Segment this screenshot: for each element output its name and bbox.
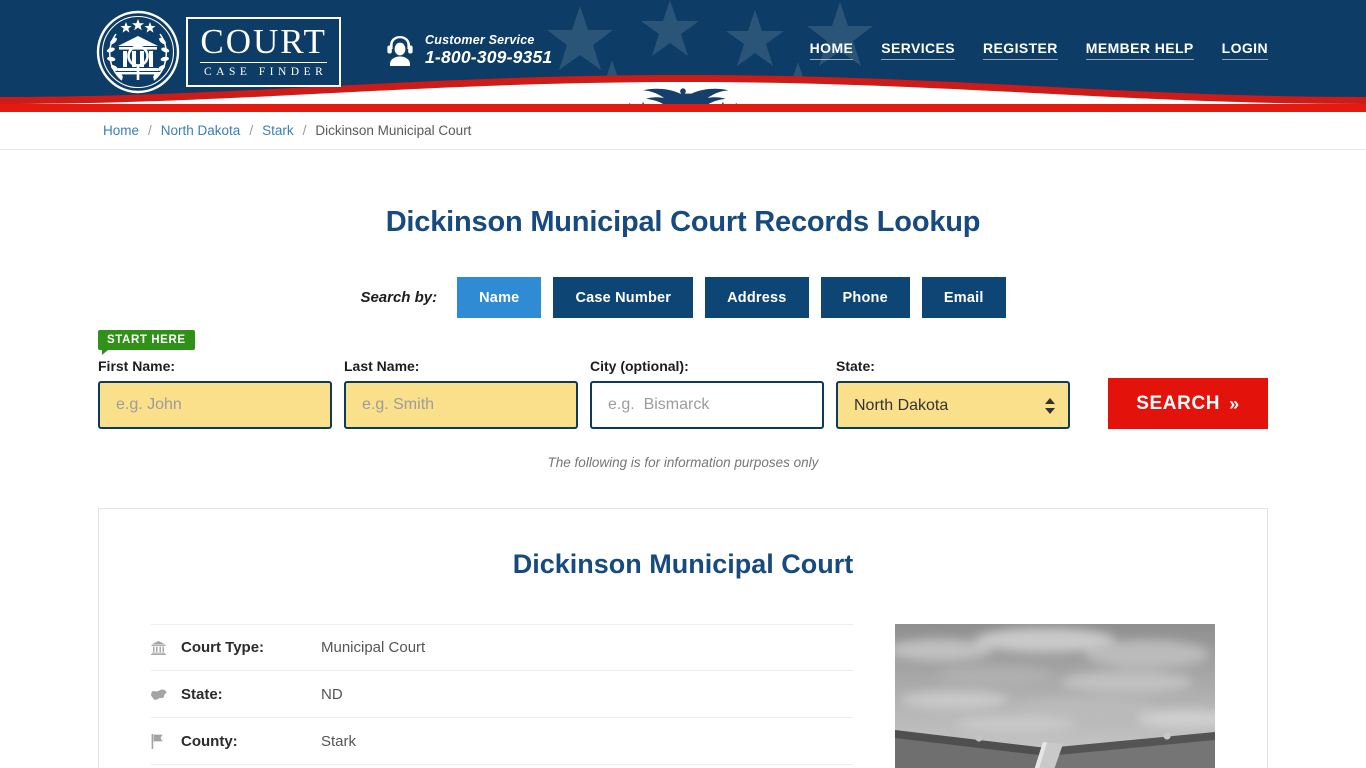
court-card-body: Court Type: Municipal Court State: ND [151,624,1215,768]
city-label: City (optional): [590,358,824,374]
search-by-label: Search by: [360,289,437,306]
breadcrumb-item-current: Dickinson Municipal Court [315,123,471,138]
table-row: County: Stark [151,718,853,765]
detail-value: ND [321,686,343,703]
start-here-badge: START HERE [98,330,195,350]
search-form-row: First Name: Last Name: City (optional): … [98,358,1268,429]
page-title: Dickinson Municipal Court Records Lookup [0,206,1366,239]
breadcrumb-item-home[interactable]: Home [103,123,139,138]
courthouse-photo [895,624,1215,768]
customer-service-block: Customer Service 1-800-309-9351 [385,33,552,68]
detail-key: State: [181,686,321,703]
chevron-right-icon: » [1229,395,1240,413]
nav-item-home[interactable]: HOME [810,40,854,60]
detail-value: Municipal Court [321,639,425,656]
site-header: COURT CASE FINDER Customer Service 1-800… [0,0,1366,112]
nav-item-member-help[interactable]: MEMBER HELP [1086,40,1194,60]
info-note: The following is for information purpose… [0,455,1366,470]
last-name-input[interactable] [344,381,578,429]
state-label: State: [836,358,1070,374]
logo-word: COURT [200,24,327,63]
breadcrumb-separator: / [148,123,152,138]
map-icon [151,688,181,701]
search-button[interactable]: SEARCH » [1108,378,1268,429]
court-info-card: Dickinson Municipal Court [98,508,1268,768]
tab-case-number[interactable]: Case Number [553,277,693,318]
table-row: Court Type: Municipal Court [151,624,853,671]
tab-email[interactable]: Email [922,277,1006,318]
breadcrumb-item-state[interactable]: North Dakota [161,123,241,138]
first-name-label: First Name: [98,358,332,374]
court-name-heading: Dickinson Municipal Court [151,549,1215,580]
detail-key: Court Type: [181,639,321,656]
search-by-tabs: Search by: Name Case Number Address Phon… [0,277,1366,318]
search-form: START HERE First Name: Last Name: City (… [98,318,1268,429]
bank-icon [151,640,181,655]
breadcrumb-separator: / [249,123,253,138]
last-name-label: Last Name: [344,358,578,374]
tab-address[interactable]: Address [705,277,808,318]
court-details-table: Court Type: Municipal Court State: ND [151,624,853,768]
detail-key: County: [181,733,321,750]
flag-icon [151,734,181,749]
state-field-group: State: North Dakota [836,358,1070,429]
breadcrumb-item-county[interactable]: Stark [262,123,294,138]
main-content: Dickinson Municipal Court Records Lookup… [0,206,1366,768]
nav-item-login[interactable]: LOGIN [1222,40,1268,60]
table-row: State: ND [151,671,853,718]
nav-item-services[interactable]: SERVICES [881,40,955,60]
state-select[interactable]: North Dakota [836,381,1070,429]
nav-item-register[interactable]: REGISTER [983,40,1058,60]
breadcrumb-separator: / [303,123,307,138]
first-name-input[interactable] [98,381,332,429]
search-button-label: SEARCH [1136,393,1220,415]
header-red-bar [0,104,1366,112]
customer-service-label: Customer Service [425,33,552,47]
last-name-field-group: Last Name: [344,358,578,429]
tab-phone[interactable]: Phone [821,277,910,318]
headset-support-icon [385,34,415,66]
city-field-group: City (optional): [590,358,824,429]
customer-service-phone[interactable]: 1-800-309-9351 [425,47,552,67]
city-input[interactable] [590,381,824,429]
tab-name[interactable]: Name [457,277,541,318]
courthouse-photo-image [895,624,1215,768]
main-navigation: HOME SERVICES REGISTER MEMBER HELP LOGIN [810,40,1268,60]
detail-value: Stark [321,733,356,750]
breadcrumb: Home / North Dakota / Stark / Dickinson … [0,112,1366,150]
first-name-field-group: First Name: [98,358,332,429]
